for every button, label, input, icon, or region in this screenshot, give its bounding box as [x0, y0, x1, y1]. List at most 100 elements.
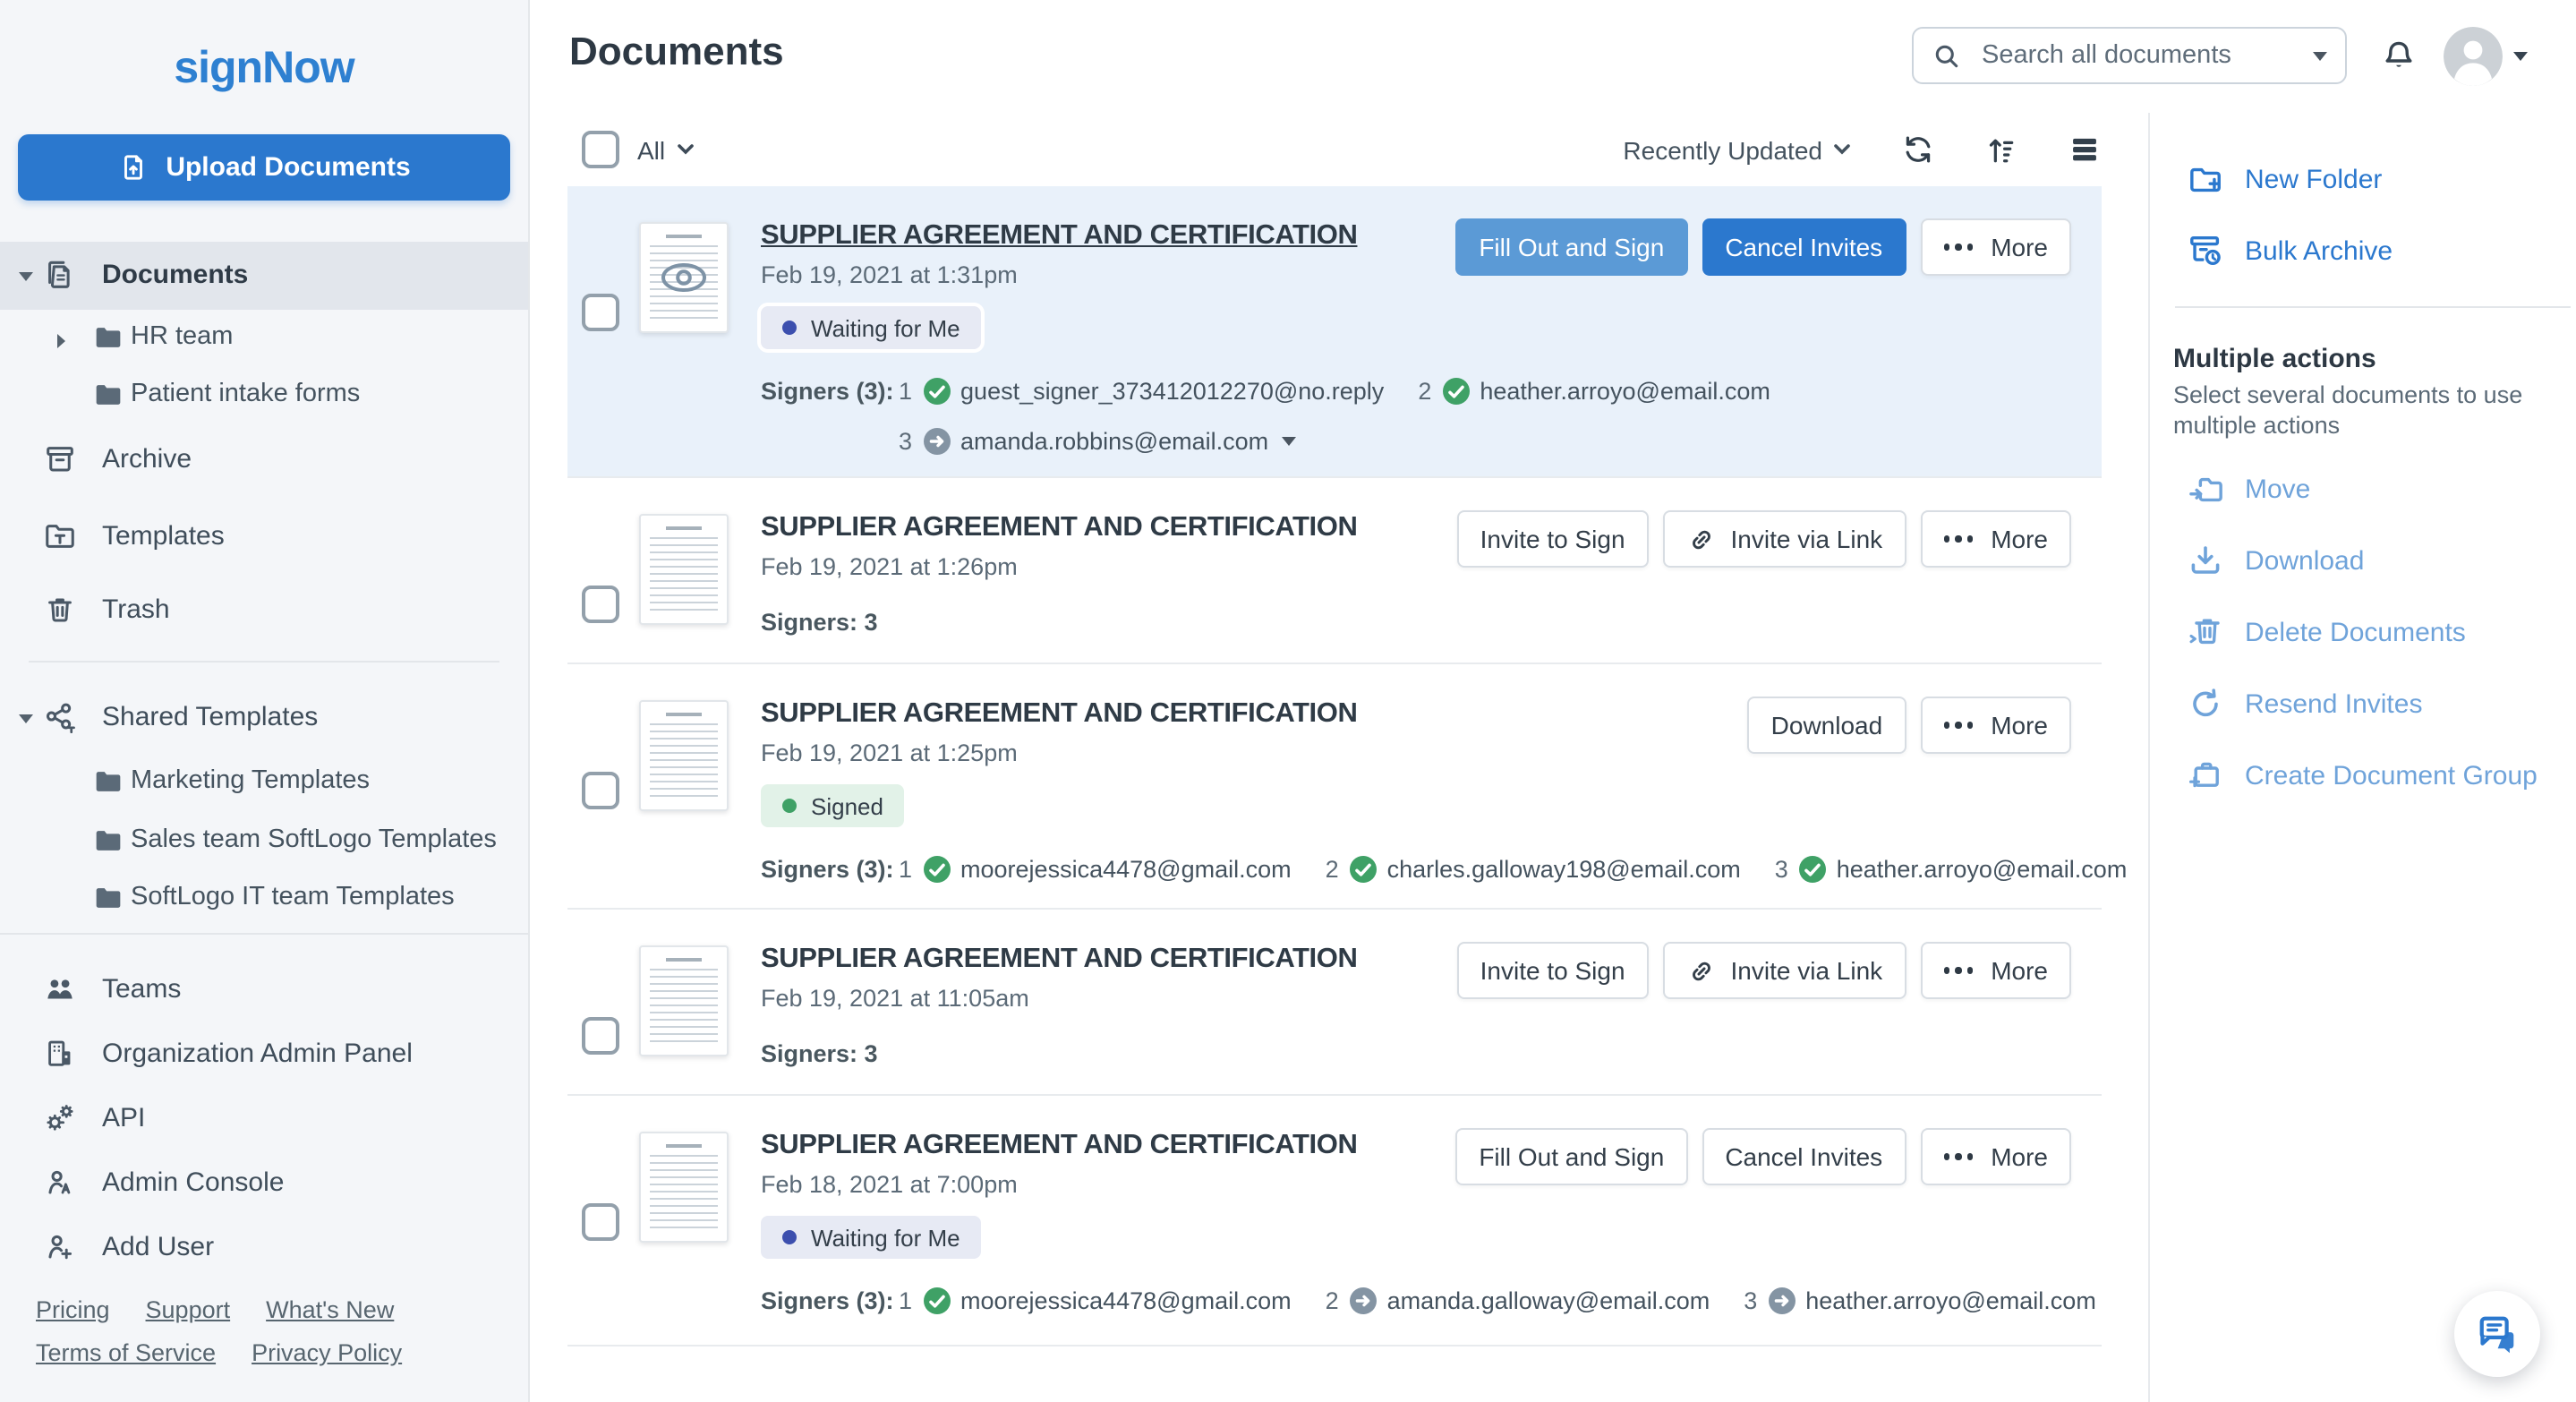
- document-checkbox[interactable]: [582, 586, 619, 623]
- document-title[interactable]: SUPPLIER AGREEMENT AND CERTIFICATION: [761, 942, 1358, 978]
- document-thumbnail[interactable]: [639, 1132, 729, 1243]
- document-checkbox[interactable]: [582, 772, 619, 809]
- new-folder-action[interactable]: New Folder: [2150, 152, 2576, 206]
- invite-via-link-button[interactable]: Invite via Link: [1662, 942, 1906, 999]
- pricing-link[interactable]: Pricing: [36, 1296, 110, 1323]
- download-label: Download: [2245, 545, 2365, 576]
- sidebar-item-api[interactable]: API: [0, 1090, 528, 1148]
- document-checkbox[interactable]: [582, 294, 619, 331]
- document-row[interactable]: SUPPLIER AGREEMENT AND CERTIFICATION Feb…: [567, 910, 2102, 1096]
- download-action[interactable]: Download: [2150, 534, 2576, 587]
- upload-documents-button[interactable]: Upload Documents: [18, 134, 510, 201]
- select-all-checkbox[interactable]: [582, 131, 619, 168]
- signer-email: moorejessica4478@gmail.com: [960, 1287, 1292, 1314]
- sidebar-item-admin-console[interactable]: Admin Console: [0, 1155, 528, 1212]
- document-thumbnail[interactable]: [639, 222, 729, 333]
- sidebar-item-label: Add User: [102, 1232, 215, 1262]
- search-input[interactable]: [1978, 39, 2313, 72]
- signed-check-icon: [923, 1287, 951, 1314]
- document-checkbox[interactable]: [582, 1203, 619, 1241]
- sidebar-item-documents[interactable]: Documents: [0, 242, 528, 310]
- terms-of-service-link[interactable]: Terms of Service: [36, 1339, 216, 1366]
- resend-icon: [2186, 686, 2225, 722]
- document-row[interactable]: SUPPLIER AGREEMENT AND CERTIFICATION Feb…: [567, 664, 2127, 910]
- cancel-invites-button[interactable]: Cancel Invites: [1702, 1128, 1906, 1185]
- sidebar-item-add-user[interactable]: Add User: [0, 1219, 528, 1277]
- caret-right-icon: [55, 333, 66, 349]
- sidebar-item-marketing-templates[interactable]: Marketing Templates: [0, 754, 528, 811]
- share-templates-icon: [41, 700, 77, 734]
- sidebar-item-shared-templates[interactable]: Shared Templates: [0, 689, 528, 747]
- sidebar-item-sales-team-softlogo-templates[interactable]: Sales team SoftLogo Templates: [0, 813, 528, 870]
- privacy-policy-link[interactable]: Privacy Policy: [252, 1339, 402, 1366]
- cancel-invites-button[interactable]: Cancel Invites: [1702, 218, 1906, 276]
- avatar[interactable]: [2444, 27, 2503, 86]
- sidebar-item-label: Archive: [102, 444, 192, 474]
- create-document-group-action[interactable]: Create Document Group: [2150, 748, 2576, 802]
- search-scope-caret-icon[interactable]: [2313, 51, 2327, 60]
- document-row[interactable]: SUPPLIER AGREEMENT AND CERTIFICATION Feb…: [567, 186, 2102, 478]
- more-label: More: [1991, 1142, 2048, 1171]
- sort-direction-icon[interactable]: [1985, 133, 2017, 166]
- refresh-icon[interactable]: [1901, 133, 1935, 167]
- more-label: More: [1991, 233, 2048, 261]
- signers-label: Signers (3):: [761, 856, 894, 883]
- template-folder-icon: [41, 519, 77, 553]
- bulk-archive-action[interactable]: Bulk Archive: [2150, 224, 2576, 278]
- more-button[interactable]: More: [1920, 510, 2071, 568]
- sidebar-item-organization-admin-panel[interactable]: Organization Admin Panel: [0, 1026, 528, 1083]
- document-row[interactable]: SUPPLIER AGREEMENT AND CERTIFICATION Feb…: [567, 478, 2102, 664]
- sidebar-item-trash[interactable]: Trash: [0, 582, 528, 639]
- invite-to-sign-button[interactable]: Invite to Sign: [1456, 510, 1649, 568]
- support-link[interactable]: Support: [146, 1296, 231, 1323]
- document-thumbnail[interactable]: [639, 700, 729, 811]
- signer-email: heather.arroyo@email.com: [1480, 378, 1770, 405]
- sidebar: signNow Upload Documents Documents HR te…: [0, 0, 530, 1402]
- more-dots-icon: [1943, 535, 1974, 543]
- invite-via-link-button[interactable]: Invite via Link: [1662, 510, 1906, 568]
- signer-number: 1: [899, 378, 913, 405]
- resend-invites-action[interactable]: Resend Invites: [2150, 677, 2576, 731]
- sidebar-item-archive[interactable]: Archive: [0, 432, 528, 489]
- signers-row: 3 amanda.robbins@email.com: [761, 428, 1804, 455]
- signers-label: Signers (3):: [761, 378, 894, 405]
- sort-order-dropdown[interactable]: Recently Updated: [1623, 135, 1851, 164]
- move-action[interactable]: Move: [2150, 462, 2576, 516]
- sidebar-item-label: API: [102, 1103, 146, 1133]
- document-date: Feb 19, 2021 at 11:05am: [761, 985, 1029, 1012]
- list-view-icon[interactable]: [2068, 133, 2102, 167]
- more-button[interactable]: More: [1920, 942, 2071, 999]
- document-checkbox[interactable]: [582, 1017, 619, 1055]
- document-title[interactable]: SUPPLIER AGREEMENT AND CERTIFICATION: [761, 510, 1358, 546]
- whats-new-link[interactable]: What's New: [266, 1296, 394, 1323]
- search-box[interactable]: [1912, 27, 2347, 84]
- filter-all-dropdown[interactable]: All: [637, 135, 694, 164]
- document-thumbnail[interactable]: [639, 514, 729, 625]
- document-row[interactable]: SUPPLIER AGREEMENT AND CERTIFICATION Feb…: [567, 1096, 2102, 1346]
- account-menu-caret-icon[interactable]: [2513, 52, 2528, 61]
- signer: 1 moorejessica4478@gmail.com: [899, 1287, 1292, 1314]
- notifications-bell-icon[interactable]: [2381, 38, 2417, 75]
- delete-documents-action[interactable]: Delete Documents: [2150, 605, 2576, 659]
- invite-to-sign-button[interactable]: Invite to Sign: [1456, 942, 1649, 999]
- more-button[interactable]: More: [1920, 697, 2071, 754]
- fill-out-and-sign-button[interactable]: Fill Out and Sign: [1455, 1128, 1688, 1185]
- more-button[interactable]: More: [1920, 1128, 2071, 1185]
- chevron-down-icon: [1833, 143, 1851, 156]
- preview-eye-icon: [641, 224, 727, 331]
- document-thumbnail[interactable]: [639, 945, 729, 1056]
- multiple-actions-note: Select several documents to use multiple…: [2173, 381, 2523, 438]
- chat-support-button[interactable]: [2454, 1291, 2540, 1377]
- sidebar-item-hr-team[interactable]: HR team: [0, 310, 528, 367]
- download-button[interactable]: Download: [1747, 697, 1906, 754]
- sidebar-item-softlogo-it-team-templates[interactable]: SoftLogo IT team Templates: [0, 870, 528, 928]
- document-list: All Recently Updated SUPPLIER AGREEMENT …: [530, 113, 2148, 1402]
- more-button[interactable]: More: [1920, 218, 2071, 276]
- signers-row: Signers (3): 1 moorejessica4478@gmail.co…: [761, 856, 2127, 883]
- sidebar-item-teams[interactable]: Teams: [0, 962, 528, 1019]
- signed-check-icon: [1349, 856, 1377, 883]
- sidebar-item-patient-intake-forms[interactable]: Patient intake forms: [0, 367, 528, 424]
- signer-expand-caret-icon[interactable]: [1281, 437, 1296, 446]
- sidebar-item-templates[interactable]: Templates: [0, 509, 528, 566]
- fill-out-and-sign-button[interactable]: Fill Out and Sign: [1455, 218, 1688, 276]
